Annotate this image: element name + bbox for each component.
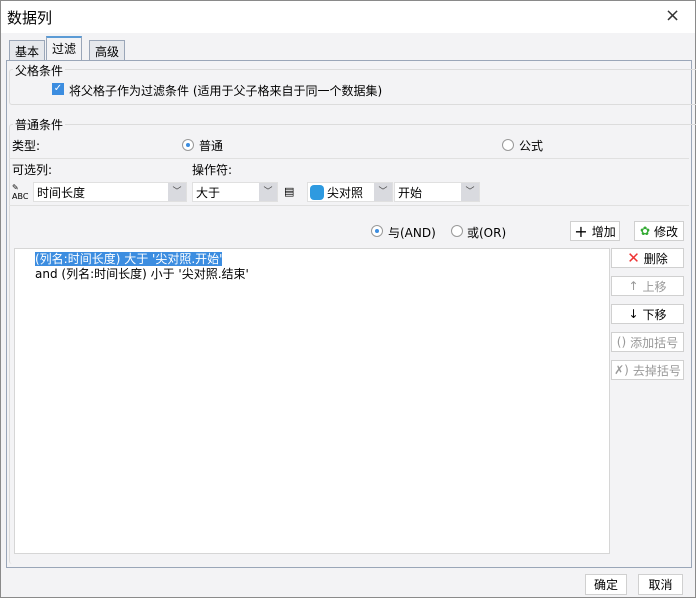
ok-button[interactable]: 确定 [585,574,627,595]
and-label: 与(AND) [388,226,436,240]
dataset-value: 尖对照 [327,185,364,200]
arrow-up-icon: ↑ [628,279,639,293]
tab-advanced[interactable]: 高级 [89,40,126,60]
and-radio[interactable] [371,225,383,237]
dialog-title: 数据列 [7,9,53,27]
type-normal-radio[interactable] [182,139,194,151]
condition-text: and (列名:时间长度) 小于 '尖对照.结束' [35,267,249,281]
parent-condition-legend: 父格条件 [13,62,66,79]
or-radio[interactable] [451,225,463,237]
close-icon[interactable]: × [665,5,680,26]
type-normal-label: 普通 [199,139,224,153]
move-up-label: 上移 [642,279,667,294]
operator-value: 大于 [196,185,221,200]
modify-button[interactable]: ✿ 修改 [634,221,684,241]
tab-basic[interactable]: 基本 [9,40,46,60]
cancel-button[interactable]: 取消 [638,574,683,595]
remove-paren-button[interactable]: ✗) 去掉括号 [611,360,684,380]
modify-label: 修改 [654,224,679,239]
parent-filter-label: 将父格子作为过滤条件 (适用于父子格来自于同一个数据集) [69,84,383,98]
chevron-down-icon: ﹀ [461,183,479,201]
cancel-label: 取消 [648,578,673,592]
value-type-icon[interactable]: ▤ [284,185,294,198]
field-value: 开始 [398,185,423,200]
remove-parentheses-icon: ✗) [614,363,629,377]
gear-icon: ✿ [639,224,651,238]
chevron-down-icon: ﹀ [168,183,186,201]
operator-select[interactable]: 大于 ﹀ [192,182,278,202]
or-label: 或(OR) [467,226,507,240]
divider [9,205,689,206]
move-down-button[interactable]: ↓ 下移 [611,304,684,324]
column-value: 时间长度 [37,185,86,200]
title-bar: 数据列 × [1,1,695,33]
parentheses-icon: () [616,335,627,349]
column-type-icon[interactable]: ✎ ABC [12,183,32,201]
normal-condition-legend: 普通条件 [13,116,66,133]
add-label: 增加 [591,224,616,239]
chevron-down-icon: ﹀ [374,183,392,201]
parent-filter-checkbox[interactable]: ✓ [52,83,64,95]
delete-button[interactable]: ✕ 删除 [611,248,684,268]
dataset-select[interactable]: 尖对照 ﹀ [307,182,393,202]
type-formula-radio[interactable] [502,139,514,151]
condition-item[interactable]: and (列名:时间长度) 小于 '尖对照.结束' [35,265,249,282]
type-formula-label: 公式 [519,139,544,153]
chevron-down-icon: ﹀ [259,183,277,201]
move-up-button[interactable]: ↑ 上移 [611,276,684,296]
delete-icon: ✕ [627,249,640,267]
plus-icon: + [574,221,588,241]
column-label: 可选列: [12,163,53,177]
database-icon [310,184,324,200]
condition-list[interactable]: (列名:时间长度) 大于 '尖对照.开始' and (列名:时间长度) 小于 '… [14,248,610,554]
divider [9,158,689,159]
remove-paren-label: 去掉括号 [632,363,681,378]
field-select[interactable]: 开始 ﹀ [394,182,480,202]
condition-text: (列名:时间长度) 大于 '尖对照.开始' [35,252,223,266]
add-button[interactable]: + 增加 [570,221,620,241]
arrow-down-icon: ↓ [628,307,639,321]
column-select[interactable]: 时间长度 ﹀ [33,182,187,202]
ok-label: 确定 [593,578,618,592]
operator-label: 操作符: [192,163,233,177]
move-down-label: 下移 [642,307,667,322]
add-paren-label: 添加括号 [630,335,679,350]
type-label: 类型: [12,139,41,153]
tab-filter[interactable]: 过滤 [46,36,83,61]
delete-label: 删除 [643,251,668,266]
add-paren-button[interactable]: () 添加括号 [611,332,684,352]
